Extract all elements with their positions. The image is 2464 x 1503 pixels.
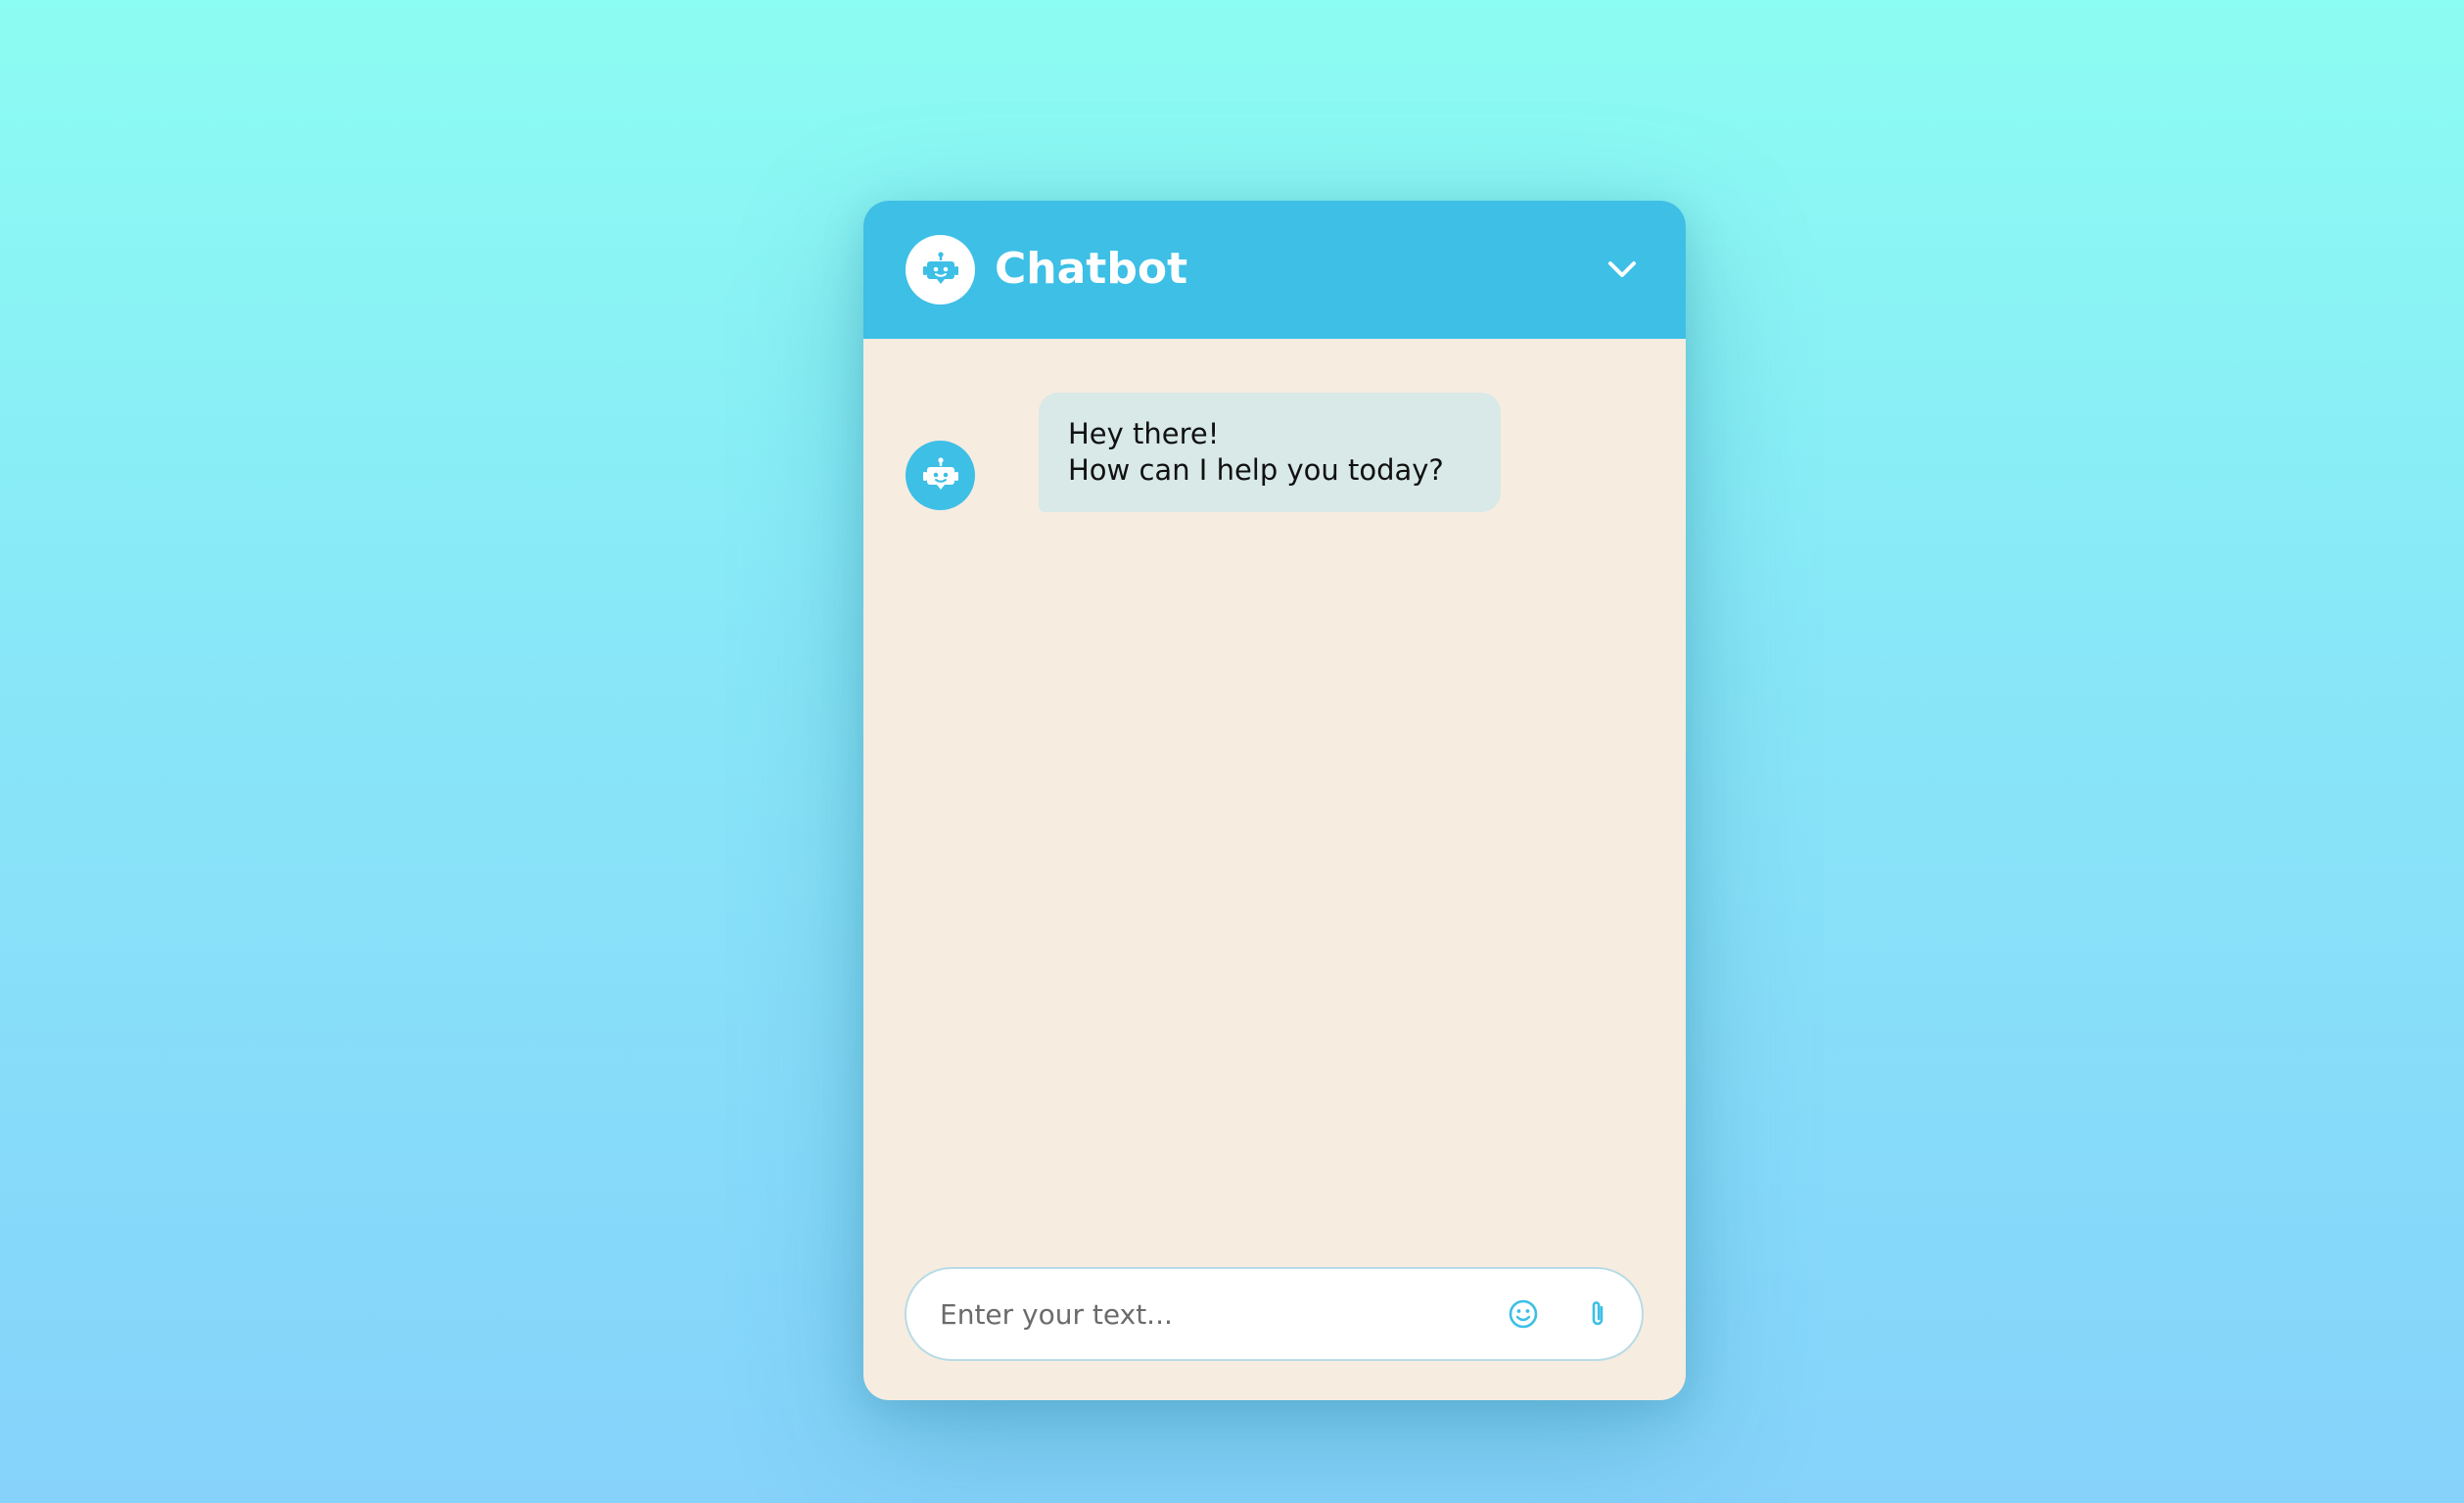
bot-message-row: Hey there! How can I help you today?	[906, 387, 1650, 514]
paperclip-icon	[1592, 1301, 1604, 1326]
header-avatar	[906, 235, 975, 305]
collapse-button[interactable]	[1598, 245, 1647, 294]
message-input-bar	[905, 1267, 1644, 1361]
robot-icon	[922, 456, 958, 490]
chevron-down-icon	[1608, 261, 1636, 277]
chat-header: Chatbot	[863, 201, 1686, 339]
message-input[interactable]	[940, 1269, 1449, 1359]
message-line: Hey there!	[1068, 417, 1220, 450]
bot-avatar	[906, 441, 975, 510]
message-line: How can I help you today?	[1068, 453, 1444, 487]
chatbot-window: Chatbot Hey there! How can I help you to…	[863, 201, 1686, 1400]
attach-button[interactable]	[1578, 1294, 1617, 1334]
chat-title: Chatbot	[995, 244, 1188, 294]
bot-message-bubble: Hey there! How can I help you today?	[1039, 393, 1501, 512]
smiley-icon	[1509, 1299, 1538, 1329]
robot-icon	[922, 251, 958, 284]
emoji-button[interactable]	[1504, 1294, 1543, 1334]
